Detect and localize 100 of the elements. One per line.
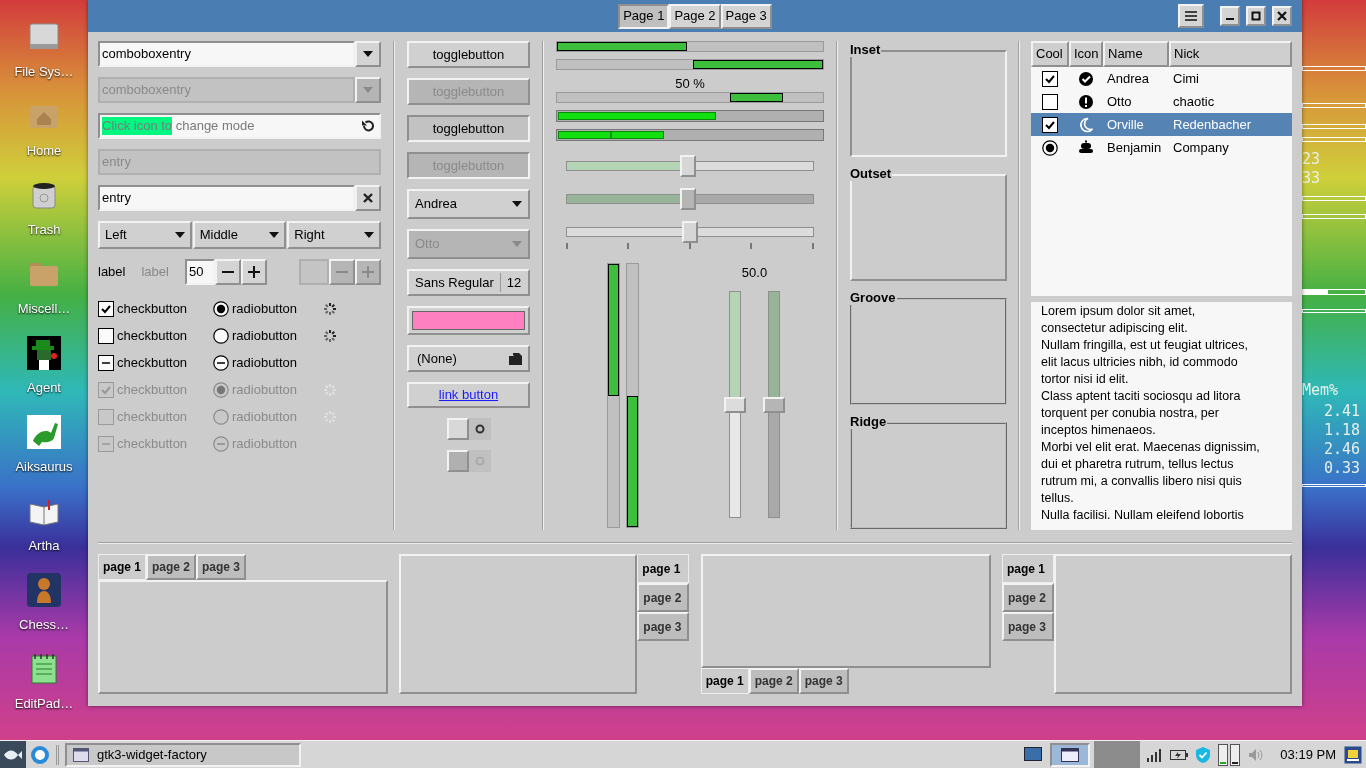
radio-indicator[interactable] [213, 327, 229, 344]
vertical-slider[interactable] [724, 291, 746, 518]
dinosaur-icon [27, 415, 61, 449]
tree-row[interactable]: Andrea Cimi [1031, 67, 1292, 90]
notebook-tab[interactable]: page 1 [98, 554, 146, 580]
notebook-tab[interactable]: page 3 [1002, 612, 1054, 641]
checkbox[interactable] [1042, 93, 1058, 110]
font-name: Sans Regular [415, 272, 501, 293]
maximize-button[interactable] [1246, 6, 1266, 26]
radio-indicator[interactable] [213, 354, 229, 371]
checkbox[interactable] [98, 354, 114, 371]
toggle-button[interactable]: togglebutton [407, 115, 530, 142]
column-header[interactable]: Nick [1169, 41, 1292, 67]
notebook-tab[interactable]: page 2 [1002, 583, 1054, 612]
clear-button[interactable] [355, 185, 381, 211]
notebook-tab[interactable]: page 2 [748, 668, 799, 694]
checkbox[interactable] [1042, 116, 1058, 133]
off-ring-icon [474, 424, 485, 434]
column-header[interactable]: Name [1103, 41, 1169, 67]
desktop-icon-label[interactable]: Chess… [19, 615, 69, 635]
text-field[interactable]: entry [98, 185, 355, 211]
toggle-button[interactable]: togglebutton [407, 41, 530, 68]
slider[interactable] [566, 155, 814, 177]
radio-button[interactable]: radiobutton [213, 298, 322, 319]
volume-icon [1248, 747, 1265, 762]
vertical-slider[interactable] [763, 291, 785, 518]
radio-button[interactable]: radiobutton [213, 352, 322, 373]
workspace-button[interactable] [1050, 742, 1091, 767]
caret-icon [174, 232, 185, 238]
slider[interactable] [566, 188, 814, 210]
notebook-tab[interactable]: page 2 [146, 554, 197, 580]
link-button[interactable]: link button [407, 382, 530, 408]
notebook-tab[interactable]: page 3 [798, 668, 849, 694]
notebook-tab[interactable]: page 1 [637, 554, 690, 583]
menu-button[interactable] [1178, 4, 1204, 28]
name-cell: Orville [1107, 116, 1144, 132]
font-button[interactable]: Sans Regular 12 [407, 269, 530, 296]
radio-button[interactable]: radiobutton [213, 325, 322, 346]
scale-value: 50.0 [741, 264, 768, 281]
maximize-icon [1251, 11, 1261, 21]
check-button[interactable]: checkbutton [98, 352, 213, 373]
check-circle-icon [1078, 70, 1094, 87]
meter-bar [1302, 196, 1366, 201]
combo-box[interactable]: Andrea [407, 189, 530, 219]
combo-entry-field[interactable]: comboboxentry [98, 41, 355, 67]
undo-icon[interactable] [361, 119, 375, 133]
meter-bar [1302, 309, 1366, 313]
combo-box[interactable]: Left [98, 221, 192, 249]
column-header[interactable]: Icon [1069, 41, 1103, 67]
caret-icon [363, 87, 373, 93]
slider[interactable] [566, 221, 814, 243]
meter-bar [1302, 483, 1366, 487]
close-button[interactable] [1272, 6, 1292, 26]
stat-value: 2.41 [1323, 401, 1360, 421]
stack-switcher-tab[interactable]: Page 1 [618, 3, 670, 29]
desktop-icon-label[interactable]: Aiksaurus [15, 457, 73, 477]
radio-indicator[interactable] [1042, 139, 1058, 156]
notebook-tab[interactable]: page 2 [637, 583, 690, 612]
desktop-icon-label[interactable]: Artha [28, 536, 60, 556]
notebook-tab[interactable]: page 3 [196, 554, 247, 580]
slider-thumb[interactable] [682, 221, 698, 243]
minimize-button[interactable] [1220, 6, 1240, 26]
column-header[interactable]: Cool [1031, 41, 1069, 67]
taskbar-task[interactable]: gtk3-widget-factory [65, 742, 301, 767]
desktop-icon-label[interactable]: EditPad… [14, 694, 74, 714]
meter-bar [1302, 137, 1366, 142]
dropdown-button[interactable] [355, 41, 381, 67]
decrement-button[interactable] [214, 259, 241, 285]
stack-switcher-tab[interactable]: Page 2 [669, 3, 721, 29]
color-button[interactable] [407, 306, 530, 335]
increment-button[interactable] [240, 259, 267, 285]
checkbox[interactable] [98, 300, 114, 317]
radio-indicator[interactable] [213, 300, 229, 317]
file-chooser-button[interactable]: (None) [407, 345, 530, 372]
notebook-tab[interactable]: page 1 [700, 668, 749, 694]
tree-row[interactable]: Benjamin Company [1031, 136, 1292, 159]
clock[interactable]: 03:19 PM [1280, 744, 1336, 765]
check-button[interactable]: checkbutton [98, 298, 213, 319]
stack-switcher-tab[interactable]: Page 3 [720, 3, 772, 29]
check-button[interactable]: checkbutton [98, 325, 213, 346]
notebook-tab[interactable]: page 1 [1002, 554, 1054, 583]
spin-field[interactable]: 50 [184, 259, 215, 285]
checkbox[interactable] [1042, 70, 1058, 87]
stat-value: 1.18 [1323, 420, 1360, 440]
logout-icon[interactable] [1344, 745, 1362, 764]
clear-icon [363, 193, 373, 203]
combo-box[interactable]: Middle [192, 221, 287, 249]
start-button[interactable] [0, 740, 26, 768]
slider-thumb[interactable] [724, 396, 746, 413]
tree-row[interactable]: Orville Redenbacher [1031, 113, 1292, 136]
switch[interactable] [446, 418, 491, 440]
notebook-tab[interactable]: page 3 [637, 612, 690, 641]
caret-icon [512, 241, 522, 247]
text-view[interactable]: Lorem ipsum dolor sit amet, consectetur adipiscing elit. Nullam fringilla, est ut feugiat ultrices, elit lacus ultricies nibh, id commodo tortor nisi id elit. Class aptent taciti sociosqu ad litora torquent per conubia nostra, per inceptos himenaeos. Morbi vel elit erat. Maecenas dignissim, dui et pharetra rutrum, tellus lectus rutrum mi, a convallis libero nisi quis tellus. Nulla facilisi. Nullam eleifend lobortis [1031, 302, 1292, 530]
meter-bar [1302, 289, 1366, 295]
slider-thumb[interactable] [679, 155, 696, 177]
checkbox[interactable] [98, 327, 114, 344]
meter-bar [1302, 124, 1366, 129]
tree-row[interactable]: Otto chaotic [1031, 90, 1292, 113]
combo-box[interactable]: Right [287, 221, 381, 249]
